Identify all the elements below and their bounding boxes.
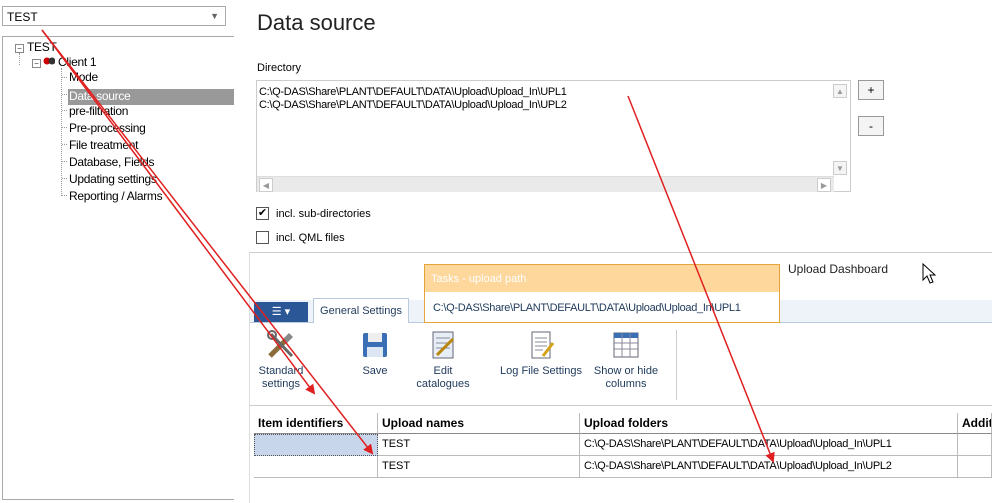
tree-item-database-fields[interactable]: Database, Fields <box>69 155 155 169</box>
table-cell-name[interactable]: TEST <box>378 434 580 456</box>
combobox-value: TEST <box>7 10 38 24</box>
scroll-up-icon[interactable]: ▲ <box>833 84 847 98</box>
tree-item-data-source[interactable]: Data source <box>68 89 234 105</box>
edit-catalogues-label: Edit catalogues <box>416 365 470 390</box>
table-cell-folder[interactable]: C:\Q-DAS\Share\PLANT\DEFAULT\DATA\Upload… <box>580 456 958 478</box>
table-cell-additional[interactable] <box>958 456 992 478</box>
column-header-item-identifiers[interactable]: Item identifiers <box>254 413 378 434</box>
tree-item-client-1[interactable]: Client 1 <box>58 55 97 69</box>
scroll-right-icon[interactable]: ▶ <box>817 178 831 192</box>
log-file-icon <box>525 329 557 361</box>
collapse-icon[interactable]: − <box>32 59 41 68</box>
navigation-tree: − TEST − Client 1 Mode Data source pre-f… <box>2 36 234 500</box>
page-title: Data source <box>257 10 376 35</box>
tree-item-updating-settings[interactable]: Updating settings <box>69 172 157 186</box>
tree-item-mode[interactable]: Mode <box>69 70 98 84</box>
save-icon <box>359 329 391 361</box>
context-tab-label: Tasks - upload path <box>431 273 527 285</box>
scroll-left-icon[interactable]: ◀ <box>259 178 273 192</box>
ribbon-toolbar: Standard settings Save Edit catalogues L… <box>250 323 992 406</box>
collapse-icon[interactable]: − <box>15 44 24 53</box>
qml-checkbox[interactable] <box>256 231 269 244</box>
table-cell-identifier[interactable] <box>254 434 378 456</box>
remove-directory-button[interactable]: - <box>858 116 884 136</box>
subdirs-label: incl. sub-directories <box>276 208 371 220</box>
tree-root-test[interactable]: TEST <box>27 40 57 54</box>
table-cell-identifier[interactable] <box>254 456 378 478</box>
tree-item-pre-processing[interactable]: Pre-processing <box>69 121 146 135</box>
tab-upload-path-label: C:\Q-DAS\Share\PLANT\DEFAULT\DATA\Upload… <box>433 302 741 314</box>
window-title: Upload Dashboard <box>788 262 889 276</box>
menu-icon: ☰ ▾ <box>271 306 291 318</box>
tab-general-settings[interactable]: General Settings <box>313 298 409 323</box>
subdirs-checkbox[interactable]: ✔ <box>256 207 269 220</box>
directory-label: Directory <box>257 62 302 74</box>
horizontal-scrollbar[interactable]: ◀ ▶ <box>257 176 834 192</box>
table-cell-name[interactable]: TEST <box>378 456 580 478</box>
column-header-upload-folders[interactable]: Upload folders <box>580 413 958 434</box>
show-hide-columns-button[interactable]: Show or hide columns <box>592 329 660 391</box>
tools-icon <box>265 329 297 361</box>
toolbar-separator <box>676 330 677 400</box>
upload-grid: Item identifiers Upload names Upload fol… <box>254 413 992 502</box>
column-header-additional[interactable]: Additi <box>958 413 992 434</box>
save-label: Save <box>362 365 388 377</box>
tree-item-file-treatment[interactable]: File treatment <box>69 138 138 152</box>
save-button[interactable]: Save <box>352 329 398 378</box>
columns-icon <box>610 329 642 361</box>
client-icon <box>43 55 56 67</box>
tree-item-reporting-alarms[interactable]: Reporting / Alarms <box>69 189 163 203</box>
scroll-down-icon[interactable]: ▼ <box>833 161 847 175</box>
directory-line-2[interactable]: C:\Q-DAS\Share\PLANT\DEFAULT\DATA\Upload… <box>259 99 567 111</box>
table-cell-additional[interactable] <box>958 434 992 456</box>
standard-settings-button[interactable]: Standard settings <box>256 329 306 391</box>
catalogue-edit-icon <box>427 329 459 361</box>
log-file-settings-button[interactable]: Log File Settings <box>495 329 587 378</box>
standard-settings-label: Standard settings <box>258 365 304 390</box>
add-directory-button[interactable]: + <box>858 80 884 100</box>
edit-catalogues-button[interactable]: Edit catalogues <box>416 329 470 391</box>
chevron-down-icon[interactable]: ▼ <box>210 11 219 21</box>
mouse-cursor-icon <box>922 262 937 288</box>
app-menu-button[interactable]: ☰ ▾ <box>254 302 308 322</box>
tab-upload-path[interactable]: C:\Q-DAS\Share\PLANT\DEFAULT\DATA\Upload… <box>424 292 780 323</box>
log-file-settings-label: Log File Settings <box>500 365 582 377</box>
show-hide-columns-label: Show or hide columns <box>593 365 659 390</box>
client-combobox[interactable]: TEST ▼ <box>2 6 226 26</box>
qml-label: incl. QML files <box>276 232 345 244</box>
column-header-upload-names[interactable]: Upload names <box>378 413 580 434</box>
table-cell-folder[interactable]: C:\Q-DAS\Share\PLANT\DEFAULT\DATA\Upload… <box>580 434 958 456</box>
context-tab-group: Tasks - upload path <box>424 264 780 292</box>
directory-line-1[interactable]: C:\Q-DAS\Share\PLANT\DEFAULT\DATA\Upload… <box>259 86 567 98</box>
tree-item-pre-filtration[interactable]: pre-filtration <box>69 104 128 118</box>
